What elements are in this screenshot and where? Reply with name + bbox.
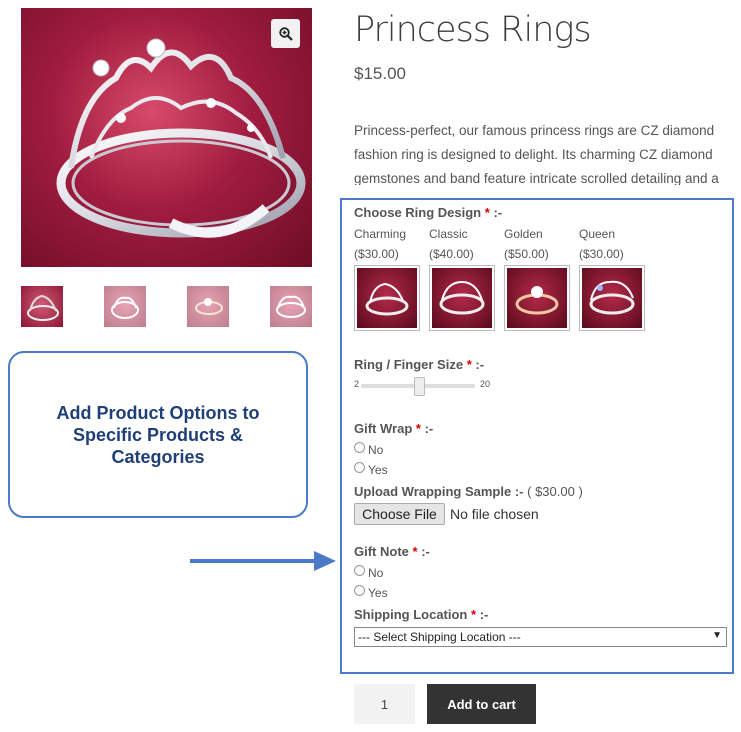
- gift-wrap-option-yes: Yes: [368, 463, 388, 477]
- shipping-location-label: Shipping Location * :-: [354, 607, 488, 622]
- gift-note-radio-no[interactable]: [354, 565, 365, 576]
- ring-size-label-text: Ring / Finger Size: [354, 357, 464, 372]
- wrapping-sample-label: Upload Wrapping Sample :- ( $30.00 ): [354, 484, 583, 499]
- wrapping-sample-label-text: Upload Wrapping Sample: [354, 484, 512, 499]
- design-option-charming[interactable]: [354, 265, 420, 331]
- gift-wrap-label-text: Gift Wrap: [354, 421, 413, 436]
- ring-swatch-image: [365, 282, 409, 316]
- product-main-image[interactable]: [21, 8, 312, 267]
- gallery-thumbnail-4[interactable]: [270, 286, 312, 327]
- ring-thumbnail-image: [195, 298, 223, 315]
- ring-swatch-image: [439, 280, 485, 315]
- promo-callout-text: Add Product Options to Specific Products…: [56, 402, 260, 467]
- ring-crown-illustration: [56, 38, 306, 238]
- ring-size-label: Ring / Finger Size * :-: [354, 357, 484, 372]
- gift-wrap-radio-no[interactable]: [354, 442, 365, 453]
- ring-swatch-image: [515, 286, 559, 315]
- ring-swatch-image: [589, 280, 635, 315]
- ring-size-slider-handle[interactable]: [414, 377, 425, 396]
- gift-note-option-yes: Yes: [368, 586, 388, 600]
- required-marker: *: [415, 421, 421, 436]
- add-to-cart-button[interactable]: Add to cart: [427, 684, 536, 724]
- ring-design-label: Choose Ring Design * :-: [354, 205, 502, 220]
- arrow-right-icon: [190, 551, 336, 571]
- design-option-price-4: ($30.00): [579, 247, 624, 261]
- shipping-location-select[interactable]: --- Select Shipping Location --- ▼: [354, 627, 727, 647]
- ring-thumbnail-image: [276, 295, 306, 318]
- gift-note-radio-yes[interactable]: [354, 585, 365, 596]
- design-option-price-1: ($30.00): [354, 247, 399, 261]
- slider-max-value: 20: [480, 379, 491, 389]
- product-price: $15.00: [354, 64, 406, 83]
- file-status-text: No file chosen: [450, 506, 539, 522]
- quantity-input[interactable]: 1: [354, 684, 415, 724]
- magnifier-plus-icon: [278, 26, 293, 41]
- shipping-label-text: Shipping Location: [354, 607, 468, 622]
- label-suffix: :-: [424, 421, 434, 436]
- label-suffix: :-: [514, 484, 524, 499]
- gift-wrap-option-no: No: [368, 443, 384, 457]
- required-marker: *: [466, 357, 472, 372]
- gift-wrap-label: Gift Wrap * :-: [354, 421, 433, 436]
- ring-thumbnail-image: [111, 296, 139, 319]
- promo-callout-box: Add Product Options to Specific Products…: [8, 351, 308, 518]
- design-option-golden[interactable]: [504, 265, 570, 331]
- label-suffix: :-: [475, 357, 485, 372]
- slider-min-value: 2: [354, 379, 360, 389]
- gift-wrap-radio-yes[interactable]: [354, 462, 365, 473]
- design-option-queen[interactable]: [579, 265, 645, 331]
- required-marker: *: [471, 607, 477, 622]
- gift-note-label-text: Gift Note: [354, 544, 409, 559]
- wrapping-sample-price: ( $30.00 ): [527, 484, 583, 499]
- product-title: Princess Rings: [354, 10, 592, 50]
- gift-note-label: Gift Note * :-: [354, 544, 430, 559]
- design-option-name-2: Classic: [429, 227, 468, 241]
- design-option-price-3: ($50.00): [504, 247, 549, 261]
- zoom-button[interactable]: [271, 19, 300, 48]
- label-suffix: :-: [421, 544, 430, 559]
- required-marker: *: [412, 544, 418, 559]
- label-suffix: :-: [479, 607, 489, 622]
- choose-file-button[interactable]: Choose File: [354, 503, 445, 525]
- ring-design-label-text: Choose Ring Design: [354, 205, 482, 220]
- gift-note-option-no: No: [368, 566, 384, 580]
- design-option-name-4: Queen: [579, 227, 616, 241]
- product-description: Princess-perfect, our famous princess ri…: [354, 123, 719, 185]
- design-option-price-2: ($40.00): [429, 247, 474, 261]
- ring-thumbnail-image: [27, 294, 59, 321]
- design-option-name-3: Golden: [504, 227, 543, 241]
- gallery-thumbnail-3[interactable]: [187, 286, 229, 327]
- gallery-thumbnail-1[interactable]: [21, 286, 63, 327]
- label-suffix: :-: [493, 205, 503, 220]
- chevron-down-icon: ▼: [712, 630, 722, 641]
- shipping-selected-value: --- Select Shipping Location ---: [358, 630, 521, 644]
- design-option-name-1: Charming: [354, 227, 407, 241]
- design-option-classic[interactable]: [429, 265, 495, 331]
- required-marker: *: [484, 205, 490, 220]
- gallery-thumbnail-2[interactable]: [104, 286, 146, 327]
